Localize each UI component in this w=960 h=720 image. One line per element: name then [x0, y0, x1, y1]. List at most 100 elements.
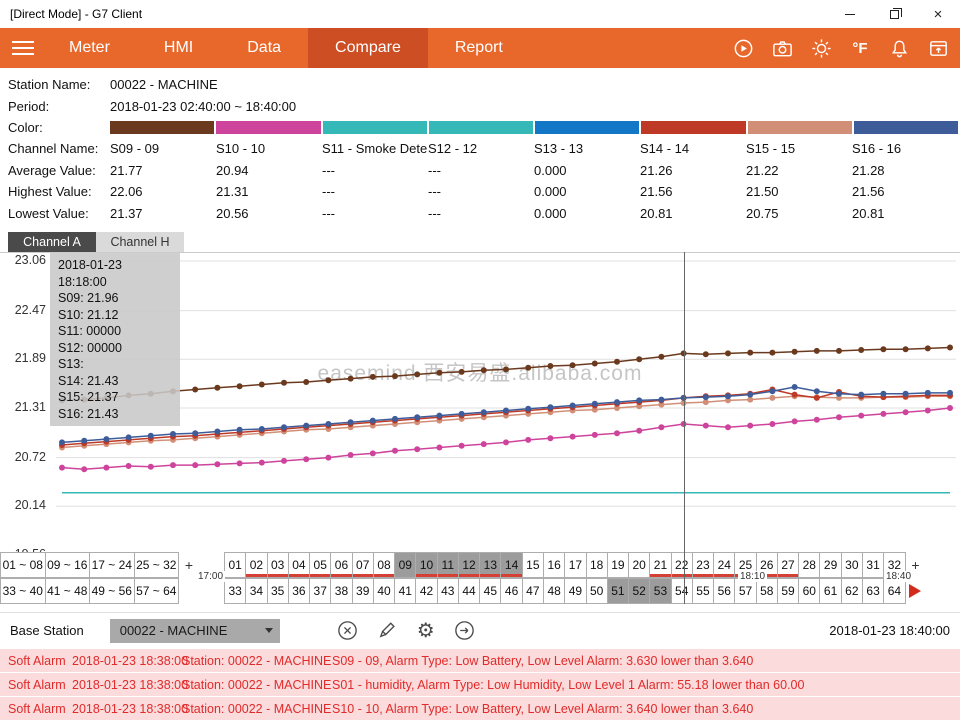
slider-cell[interactable]: 49 [564, 578, 586, 604]
slider-cell[interactable]: 53 [649, 578, 671, 604]
slider-group[interactable]: 41 ~ 48 [45, 578, 91, 604]
slider-cell[interactable]: 38 [330, 578, 352, 604]
slider-cell[interactable]: 11 [437, 552, 459, 578]
slider-cell[interactable]: 52 [628, 578, 650, 604]
alarm-bell-icon[interactable] [887, 36, 911, 60]
slider-group[interactable]: 33 ~ 40 [0, 578, 46, 604]
slider-cell[interactable]: 07 [352, 552, 374, 578]
tab-channel-a[interactable]: Channel A [8, 232, 96, 252]
clear-circle-x-icon[interactable] [336, 619, 360, 643]
snapshot-export-icon[interactable] [926, 36, 950, 60]
brightness-icon[interactable] [809, 36, 833, 60]
camera-icon[interactable] [770, 36, 794, 60]
slider-cell[interactable]: 41 [394, 578, 416, 604]
slider-cell[interactable]: 06 [330, 552, 352, 578]
slider-cell[interactable]: 30 [841, 552, 863, 578]
slider-cell[interactable]: 05 [309, 552, 331, 578]
slider-cell[interactable]: 08 [373, 552, 395, 578]
slider-cell[interactable]: 14 [500, 552, 522, 578]
slider-cell[interactable]: 12 [458, 552, 480, 578]
slider-cell[interactable]: 15 [522, 552, 544, 578]
title-bar: [Direct Mode] - G7 Client × [0, 0, 960, 28]
slider-cell[interactable]: 02 [245, 552, 267, 578]
slider-group[interactable]: 25 ~ 32 [134, 552, 180, 578]
nav-report[interactable]: Report [428, 28, 530, 68]
slider-cell[interactable]: 23 [692, 552, 714, 578]
slider-group[interactable]: 49 ~ 56 [89, 578, 135, 604]
base-station-dropdown[interactable]: 00022 - MACHINE [110, 619, 280, 643]
slider-cell[interactable]: 45 [479, 578, 501, 604]
slider-cell[interactable]: 62 [841, 578, 863, 604]
gear-icon[interactable]: ⚙ [414, 619, 438, 643]
slider-cell[interactable]: 21 [649, 552, 671, 578]
slider-group[interactable]: 17 ~ 24 [89, 552, 135, 578]
nav-hmi[interactable]: HMI [137, 28, 220, 68]
alarm-row[interactable]: Soft Alarm2018-01-23 18:38:00Station: 00… [0, 649, 960, 672]
advance-arrow-icon[interactable] [909, 584, 921, 598]
slider-cell[interactable]: 50 [586, 578, 608, 604]
slider-cell[interactable]: 36 [288, 578, 310, 604]
slider-cell[interactable]: 35 [267, 578, 289, 604]
slider-cell[interactable]: 34 [245, 578, 267, 604]
nav-data[interactable]: Data [220, 28, 308, 68]
slider-cell[interactable]: 17 [564, 552, 586, 578]
slider-cell[interactable]: 10 [415, 552, 437, 578]
slider-cell[interactable]: 37 [309, 578, 331, 604]
station-name-value: 00022 - MACHINE [110, 77, 218, 92]
slider-cell[interactable]: 33 [224, 578, 246, 604]
slider-cell[interactable]: 22 [671, 552, 693, 578]
slider-cell[interactable]: 29 [819, 552, 841, 578]
slider-cell[interactable]: 24 [713, 552, 735, 578]
alarm-row[interactable]: Soft Alarm2018-01-23 18:38:00Station: 00… [0, 673, 960, 696]
restore-button[interactable] [872, 0, 916, 28]
chart-canvas[interactable] [56, 253, 956, 552]
slider-cell[interactable]: 60 [798, 578, 820, 604]
nav-meter[interactable]: Meter [42, 28, 137, 68]
slider-cell[interactable]: 28 [798, 552, 820, 578]
minimize-button[interactable] [828, 0, 872, 28]
slider-cell[interactable]: 27 [777, 552, 799, 578]
slider-group[interactable]: 09 ~ 16 [45, 552, 91, 578]
slider-cell[interactable]: 13 [479, 552, 501, 578]
slider-groups-bottom: 33 ~ 4041 ~ 4849 ~ 5657 ~ 64 [1, 578, 179, 604]
slider-group[interactable]: 57 ~ 64 [134, 578, 180, 604]
alarm-row[interactable]: Soft Alarm2018-01-23 18:38:00Station: 00… [0, 697, 960, 720]
slider-cell[interactable]: 18 [586, 552, 608, 578]
tooltip-time: 2018-01-23 18:18:00 [58, 257, 172, 290]
slider-cell[interactable]: 63 [862, 578, 884, 604]
close-button[interactable]: × [916, 0, 960, 28]
slider-cell[interactable]: 40 [373, 578, 395, 604]
channel-low-value: 21.37 [110, 206, 216, 221]
fahrenheit-icon[interactable]: °F [848, 36, 872, 60]
slider-cell[interactable]: 56 [713, 578, 735, 604]
slider-cell[interactable]: 59 [777, 578, 799, 604]
slider-cell[interactable]: 54 [671, 578, 693, 604]
slider-cell[interactable]: 03 [267, 552, 289, 578]
tab-channel-h[interactable]: Channel H [96, 232, 184, 252]
eraser-icon[interactable] [375, 619, 399, 643]
slider-cell[interactable]: 16 [543, 552, 565, 578]
slider-cell[interactable]: 09 [394, 552, 416, 578]
menu-icon[interactable] [0, 28, 42, 68]
slider-cell[interactable]: 42 [415, 578, 437, 604]
slider-cell[interactable]: 61 [819, 578, 841, 604]
slider-cell[interactable]: 46 [500, 578, 522, 604]
slider-cell[interactable]: 01 [224, 552, 246, 578]
slider-cell[interactable]: 20 [628, 552, 650, 578]
slider-cell[interactable]: 39 [352, 578, 374, 604]
slider-cell[interactable]: 19 [607, 552, 629, 578]
color-swatches [110, 121, 958, 134]
slider-cell[interactable]: 48 [543, 578, 565, 604]
slider-cell[interactable]: 51 [607, 578, 629, 604]
chart-area[interactable]: 23.0622.4721.8921.3120.7220.1419.56 ease… [0, 252, 960, 552]
nav-compare[interactable]: Compare [308, 28, 428, 68]
slider-cell[interactable]: 55 [692, 578, 714, 604]
slider-cell[interactable]: 47 [522, 578, 544, 604]
slider-cell[interactable]: 43 [437, 578, 459, 604]
slider-cell[interactable]: 31 [862, 552, 884, 578]
slider-group[interactable]: 01 ~ 08 [0, 552, 46, 578]
refresh-icon[interactable] [731, 36, 755, 60]
slider-cell[interactable]: 04 [288, 552, 310, 578]
go-arrow-icon[interactable] [453, 619, 477, 643]
slider-cell[interactable]: 44 [458, 578, 480, 604]
